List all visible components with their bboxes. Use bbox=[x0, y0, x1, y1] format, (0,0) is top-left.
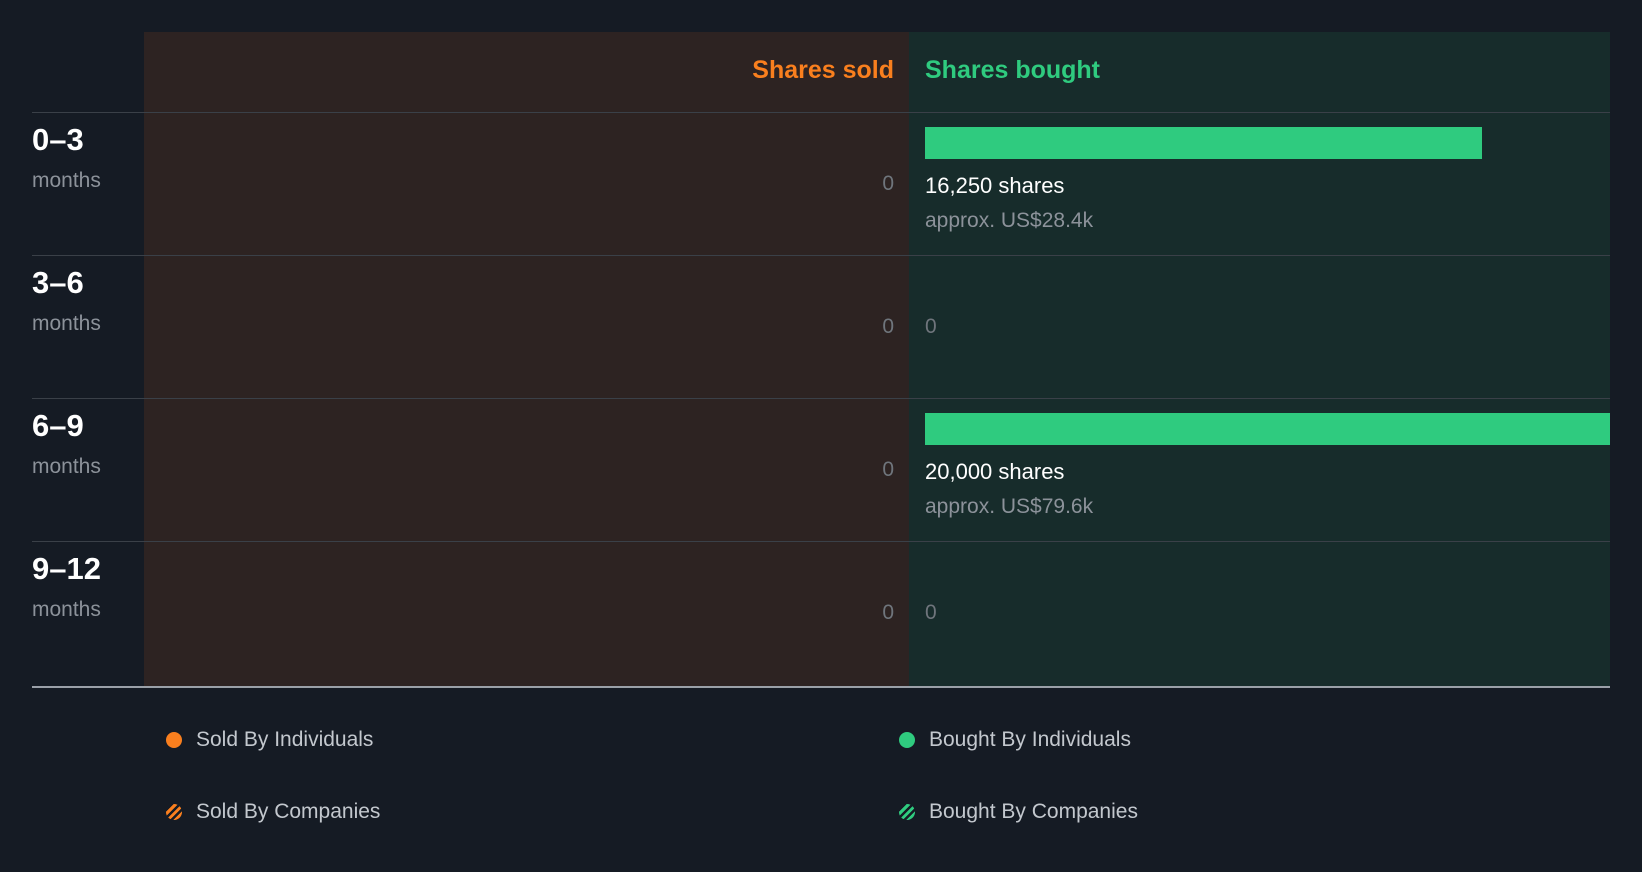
legend-label: Sold By Companies bbox=[196, 800, 381, 823]
legend-dot-icon bbox=[899, 732, 915, 748]
period-unit-label: months bbox=[32, 598, 101, 621]
sold-value-label: 0 bbox=[882, 315, 894, 338]
shares-sold-panel bbox=[144, 32, 909, 688]
legend-dot-icon bbox=[166, 732, 182, 748]
period-unit-label: months bbox=[32, 455, 101, 478]
legend-label: Bought By Companies bbox=[929, 800, 1138, 823]
bought-value-label: 0 bbox=[925, 315, 937, 338]
sold-value-label: 0 bbox=[882, 458, 894, 481]
row-divider bbox=[32, 255, 1610, 256]
legend-item: Sold By Individuals bbox=[166, 726, 373, 754]
legend-item: Sold By Companies bbox=[166, 798, 380, 826]
bought-bar bbox=[925, 413, 1610, 445]
period-label: 9–12 bbox=[32, 551, 101, 586]
chart-baseline bbox=[32, 686, 1610, 688]
legend-label: Bought By Individuals bbox=[929, 728, 1131, 751]
period-label: 0–3 bbox=[32, 122, 84, 157]
row-divider bbox=[32, 398, 1610, 399]
period-unit-label: months bbox=[32, 312, 101, 335]
shares-sold-header: Shares sold bbox=[752, 56, 894, 84]
period-unit-label: months bbox=[32, 169, 101, 192]
shares-bought-header: Shares bought bbox=[925, 56, 1101, 84]
legend-hatch-icon bbox=[899, 804, 915, 820]
period-label: 3–6 bbox=[32, 265, 84, 300]
bought-shares-label: 20,000 shares bbox=[925, 459, 1065, 484]
legend-item: Bought By Companies bbox=[899, 798, 1138, 826]
bought-value-label: approx. US$28.4k bbox=[925, 209, 1094, 232]
bought-value-label: approx. US$79.6k bbox=[925, 495, 1094, 518]
legend-label: Sold By Individuals bbox=[196, 728, 374, 751]
legend-item: Bought By Individuals bbox=[899, 726, 1131, 754]
legend-hatch-icon bbox=[166, 804, 182, 820]
sold-value-label: 0 bbox=[882, 601, 894, 624]
row-divider bbox=[32, 541, 1610, 542]
sold-value-label: 0 bbox=[882, 172, 894, 195]
insider-trading-chart: Shares sold Shares bought 0–3 months 0 16,2… bbox=[0, 0, 1642, 872]
row-divider bbox=[32, 112, 1610, 113]
period-label: 6–9 bbox=[32, 408, 84, 443]
bought-bar bbox=[925, 127, 1482, 159]
bought-shares-label: 16,250 shares bbox=[925, 173, 1065, 198]
bought-value-label: 0 bbox=[925, 601, 937, 624]
